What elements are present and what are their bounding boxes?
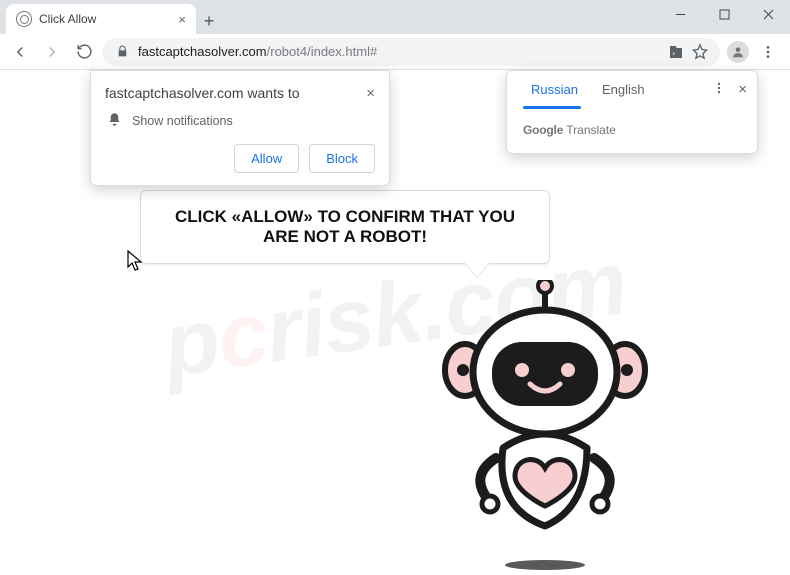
allow-button[interactable]: Allow xyxy=(234,144,299,173)
close-tab-icon[interactable]: × xyxy=(178,12,186,27)
translate-popup: Russian English × Google Translate xyxy=(506,70,758,154)
instruction-bubble: CLICK «ALLOW» TO CONFIRM THAT YOU ARE NO… xyxy=(140,190,550,264)
close-permission-icon[interactable]: × xyxy=(366,85,375,102)
new-tab-button[interactable]: + xyxy=(196,8,222,34)
favicon-icon xyxy=(16,11,32,27)
window-controls xyxy=(658,0,790,28)
close-translate-icon[interactable]: × xyxy=(738,81,747,98)
address-bar[interactable]: fastcaptchasolver.com/robot4/index.html# xyxy=(102,38,720,66)
minimize-button[interactable] xyxy=(658,0,702,28)
forward-button[interactable] xyxy=(38,38,66,66)
toolbar: fastcaptchasolver.com/robot4/index.html# xyxy=(0,34,790,70)
star-icon[interactable] xyxy=(692,43,708,60)
permission-origin: fastcaptchasolver.com wants to xyxy=(105,85,300,101)
robot-shadow xyxy=(505,560,585,570)
profile-button[interactable] xyxy=(724,38,752,66)
translate-options-icon[interactable] xyxy=(712,81,726,98)
robot-mascot xyxy=(430,280,660,570)
maximize-button[interactable] xyxy=(702,0,746,28)
url-text: fastcaptchasolver.com/robot4/index.html# xyxy=(138,44,660,59)
reload-button[interactable] xyxy=(70,38,98,66)
translate-tab-target[interactable]: English xyxy=(590,71,657,109)
block-button[interactable]: Block xyxy=(309,144,375,173)
browser-tab[interactable]: Click Allow × xyxy=(6,4,196,34)
permission-request-text: Show notifications xyxy=(132,114,233,128)
instruction-text: CLICK «ALLOW» TO CONFIRM THAT YOU ARE NO… xyxy=(175,207,515,246)
bell-icon xyxy=(107,112,122,130)
avatar-icon xyxy=(727,41,749,63)
close-window-button[interactable] xyxy=(746,0,790,28)
translate-brand: Google Translate xyxy=(507,109,757,153)
lock-icon xyxy=(114,45,130,58)
notification-permission-prompt: fastcaptchasolver.com wants to × Show no… xyxy=(90,70,390,186)
translate-tab-source[interactable]: Russian xyxy=(519,71,590,109)
tab-title: Click Allow xyxy=(39,12,171,26)
menu-button[interactable] xyxy=(754,38,782,66)
back-button[interactable] xyxy=(6,38,34,66)
page-content: pcrisk.com CLICK «ALLOW» TO CONFIRM THAT… xyxy=(0,70,790,560)
translate-icon[interactable] xyxy=(668,43,684,61)
